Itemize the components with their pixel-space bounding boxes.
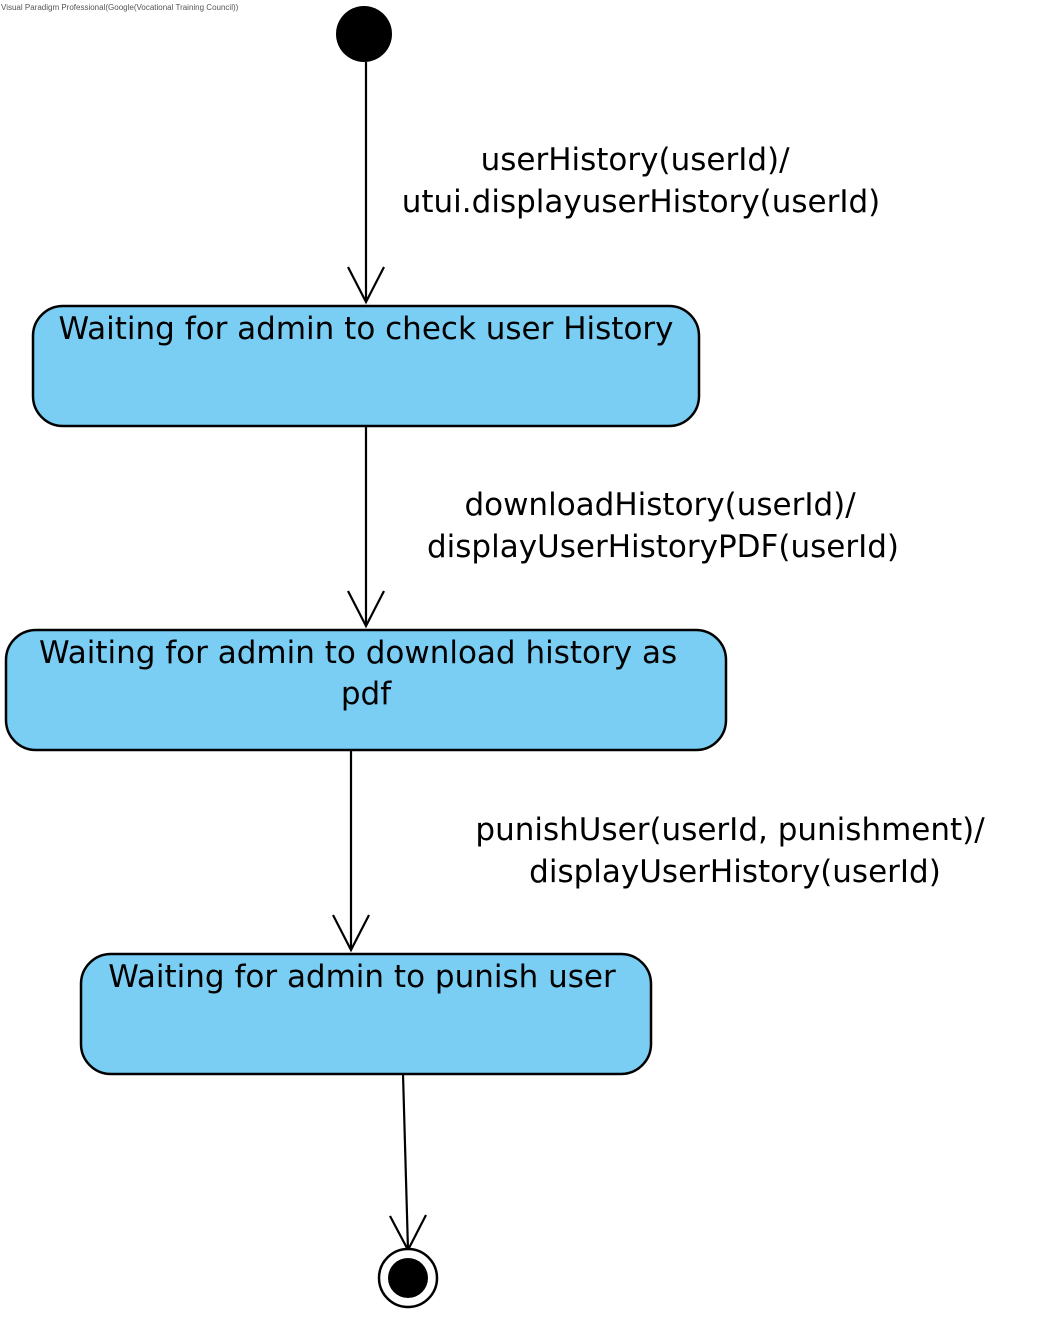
state-label-line: Waiting for admin to punish user [108, 959, 616, 995]
state-label-line: Waiting for admin to check user History [58, 311, 673, 347]
transition-label-line: displayUserHistory(userId) [529, 854, 941, 890]
transition-label-line: punishUser(userId, punishment)/ [475, 812, 985, 848]
transition-label-line: userHistory(userId)/ [481, 142, 791, 178]
transition-edge-punish-user [332, 750, 370, 953]
final-state [377, 1247, 439, 1309]
svg-text:Waiting for admin to punish us: Waiting for admin to punish user [108, 959, 616, 995]
state-check-user-history: Waiting for admin to check user History [31, 304, 701, 428]
state-download-history-pdf: Waiting for admin to download history as… [4, 628, 728, 752]
state-label-line: Waiting for admin to download history as [39, 635, 677, 671]
transition-label-download-history: downloadHistory(userId)/ displayUserHist… [427, 487, 899, 565]
transition-edge-user-history [347, 62, 385, 305]
initial-state [336, 6, 392, 62]
transition-edge-final [389, 1073, 427, 1253]
transition-label-user-history: userHistory(userId)/ utui.displayuserHis… [402, 142, 881, 220]
watermark: Visual Paradigm Professional(Google(Voca… [1, 3, 239, 12]
state-diagram: Visual Paradigm Professional(Google(Voca… [1, 3, 994, 1309]
transition-label-line: displayUserHistoryPDF(userId) [427, 529, 899, 565]
transition-label-line: utui.displayuserHistory(userId) [402, 184, 881, 220]
transition-label-line: downloadHistory(userId)/ [464, 487, 856, 523]
state-punish-user: Waiting for admin to punish user [79, 952, 653, 1076]
transition-label-punish-user: punishUser(userId, punishment)/ displayU… [475, 812, 994, 890]
svg-text:Waiting for admin to check use: Waiting for admin to check user History [58, 311, 673, 347]
state-label-line: pdf [341, 676, 392, 712]
transition-edge-download-history [347, 426, 385, 629]
